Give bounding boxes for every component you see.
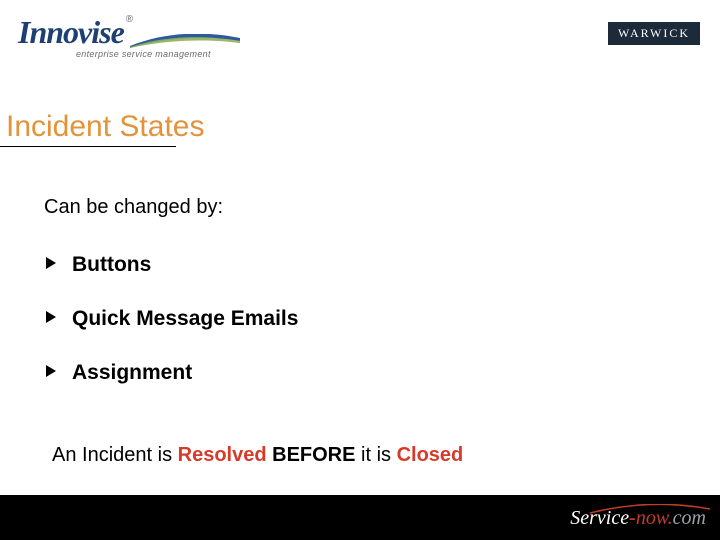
list-item: Buttons bbox=[72, 253, 298, 277]
title-underline bbox=[0, 146, 176, 147]
bullet-label: Quick Message Emails bbox=[72, 307, 298, 330]
registered-mark: ® bbox=[126, 14, 133, 25]
lead-text: Can be changed by: bbox=[44, 196, 298, 219]
footline-text: An Incident is bbox=[52, 444, 178, 466]
swoosh-icon bbox=[130, 34, 240, 48]
logo-part: c bbox=[611, 507, 620, 529]
bullet-list: Buttons Quick Message Emails Assignment bbox=[44, 253, 298, 385]
bullet-label: Assignment bbox=[72, 361, 192, 384]
chevron-right-icon bbox=[44, 309, 60, 325]
servicenow-logo: Service-now.com bbox=[570, 507, 706, 530]
footline-text: it is bbox=[355, 444, 396, 466]
slide: Innovise® enterprise service management … bbox=[0, 0, 720, 540]
logo-part: e bbox=[620, 507, 629, 529]
warwick-badge: WARWICK bbox=[608, 22, 700, 45]
footline-resolved: Resolved bbox=[178, 444, 267, 466]
list-item: Quick Message Emails bbox=[72, 307, 298, 331]
logo-innovise: Innovise® enterprise service management bbox=[18, 14, 211, 59]
brand-text: Innovise bbox=[18, 14, 124, 50]
logo-part: - bbox=[629, 507, 636, 529]
title-row: Incident States bbox=[0, 110, 720, 147]
chevron-right-icon bbox=[44, 255, 60, 271]
footline-closed: Closed bbox=[397, 444, 464, 466]
bullet-label: Buttons bbox=[72, 253, 151, 276]
footline-before: BEFORE bbox=[267, 444, 356, 466]
tagline-text: enterprise service management bbox=[76, 49, 211, 59]
logo-part: com bbox=[673, 507, 706, 529]
footline: An Incident is Resolved BEFORE it is Clo… bbox=[52, 444, 463, 467]
page-title: Incident States bbox=[0, 110, 720, 144]
logo-part: Servi bbox=[570, 507, 611, 529]
logo-part: now bbox=[636, 507, 668, 529]
footer-bar: Service-now.com bbox=[0, 495, 720, 540]
body-content: Can be changed by: Buttons Quick Message… bbox=[44, 196, 298, 415]
chevron-right-icon bbox=[44, 363, 60, 379]
list-item: Assignment bbox=[72, 361, 298, 385]
header: Innovise® enterprise service management … bbox=[0, 0, 720, 78]
